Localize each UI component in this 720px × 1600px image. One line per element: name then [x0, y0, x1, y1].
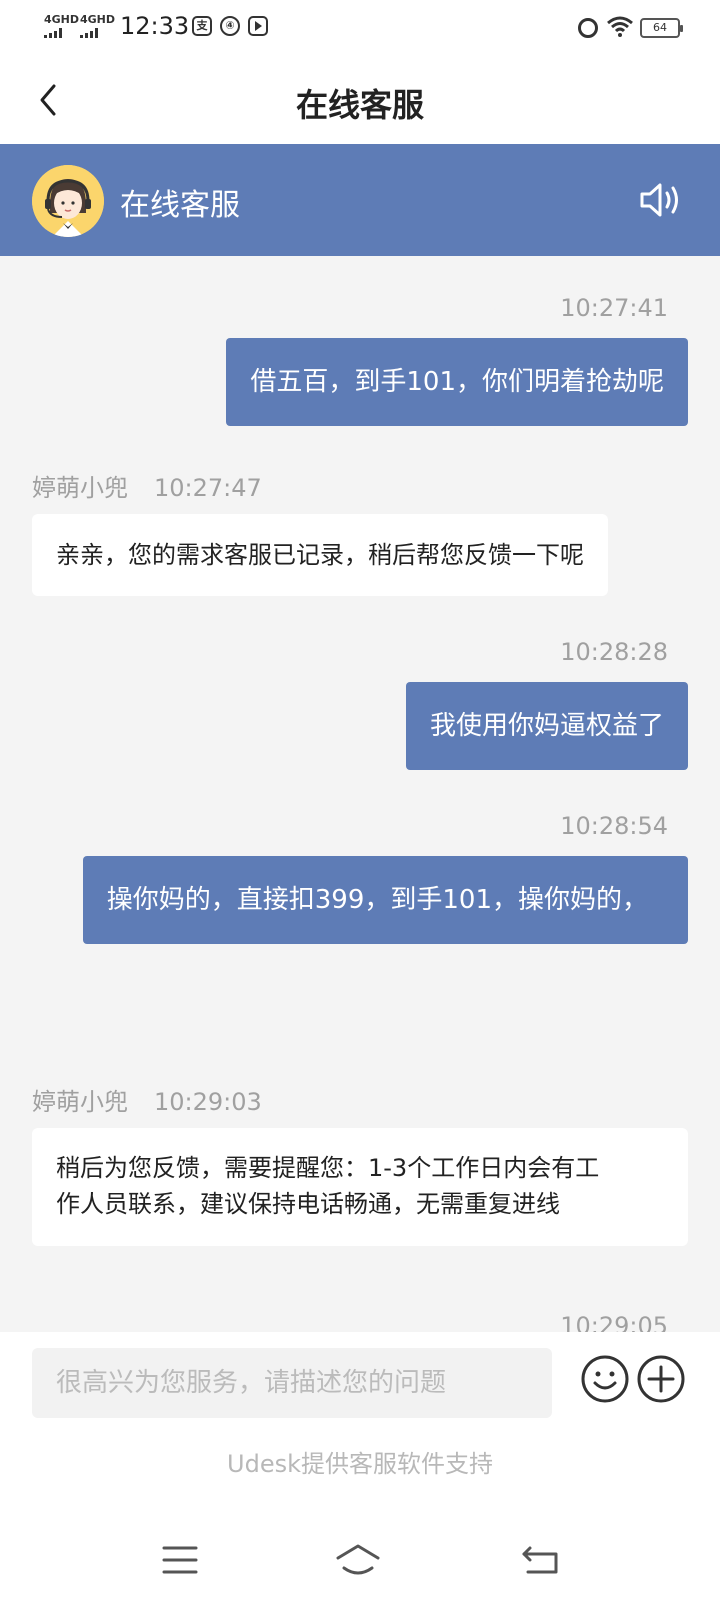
message-meta: 婷萌小兜 10:29:03 — [32, 1082, 288, 1117]
emoji-icon[interactable] — [580, 1354, 630, 1404]
message-time: 10:29:05 — [560, 1312, 668, 1332]
message-meta: 婷萌小兜 10:27:47 — [32, 468, 288, 503]
powered-by-text: Udesk提供客服软件支持 — [227, 1450, 493, 1478]
outgoing-message[interactable]: 操你妈的，直接扣399，到手101，操你妈的， — [82, 856, 688, 944]
battery-icon: 64 — [640, 18, 683, 38]
agent-avatar — [32, 165, 104, 237]
outgoing-message[interactable]: 借五百，到手101，你们明着抢劫呢 — [226, 338, 688, 426]
status-bar: 4GHD 4GHD 12:33 支 ④ 64 — [0, 0, 720, 56]
incoming-message[interactable]: 稍后为您反馈，需要提醒您：1-3个工作日内会有工 作人员联系，建议保持电话畅通，… — [32, 1128, 688, 1246]
menu-icon[interactable] — [156, 1536, 204, 1584]
back-nav-icon[interactable] — [516, 1536, 564, 1584]
network-type-label: 4GHD — [44, 13, 80, 26]
message-time: 10:28:28 — [560, 638, 668, 666]
agent-header: 在线客服 — [0, 144, 720, 256]
system-nav-bar — [0, 1520, 720, 1600]
network-type-label: 4GHD — [80, 13, 116, 26]
media-play-icon — [248, 16, 268, 36]
alipay-icon: 支 — [192, 16, 212, 36]
wifi-icon — [607, 16, 633, 37]
message-time: 10:28:54 — [560, 812, 668, 840]
status-time: 12:33 — [120, 12, 190, 40]
signal-icon: 4GHD — [80, 14, 115, 38]
agent-name: 在线客服 — [120, 188, 240, 223]
alarm-icon — [578, 18, 598, 38]
message-input[interactable] — [32, 1348, 552, 1418]
message-time: 10:29:03 — [154, 1088, 262, 1116]
signal-icon: 4GHD — [44, 14, 79, 38]
message-time: 10:27:41 — [560, 294, 668, 322]
message-time: 10:27:47 — [154, 474, 262, 502]
message-line: 稍后为您反馈，需要提醒您：1-3个工作日内会有工 — [56, 1154, 600, 1182]
outgoing-message[interactable]: 我使用你妈逼权益了 — [405, 682, 688, 770]
sender-name: 婷萌小兜 — [32, 474, 128, 502]
input-bar — [0, 1332, 720, 1432]
title-bar: 在线客服 — [0, 56, 720, 144]
message-line: 作人员联系，建议保持电话畅通，无需重复进线 — [56, 1190, 560, 1218]
app-notification-icon: ④ — [220, 16, 240, 36]
add-icon[interactable] — [636, 1354, 686, 1404]
sender-name: 婷萌小兜 — [32, 1088, 128, 1116]
home-icon[interactable] — [334, 1536, 382, 1584]
chat-area[interactable]: 10:27:41 借五百，到手101，你们明着抢劫呢 婷萌小兜 10:27:47 … — [0, 256, 720, 1332]
incoming-message[interactable]: 亲亲，您的需求客服已记录，稍后帮您反馈一下呢 — [32, 514, 608, 596]
page-title: 在线客服 — [295, 86, 424, 124]
speaker-icon[interactable] — [638, 180, 686, 220]
